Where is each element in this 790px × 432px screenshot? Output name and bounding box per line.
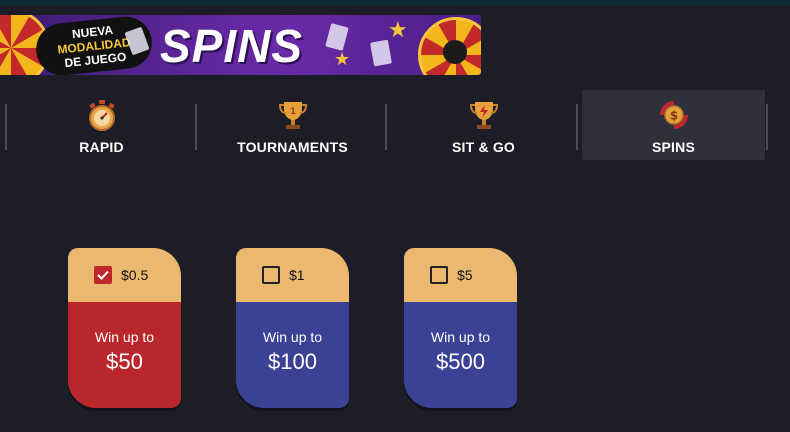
prize-amount: $500 — [436, 349, 485, 374]
win-label: Win up to — [262, 329, 323, 345]
tab-sit-and-go[interactable]: SIT & GO — [392, 90, 575, 160]
spin-card-body: Win up to $100 — [236, 302, 349, 408]
lightning-trophy-icon — [467, 98, 501, 132]
tab-spins[interactable]: $ SPINS — [582, 90, 765, 160]
buyin-amount: $0.5 — [121, 267, 149, 283]
spin-option-card[interactable]: $5 Win up to $500 — [404, 248, 517, 408]
spin-card-body: Win up to $50 — [68, 302, 181, 408]
spin-option-card[interactable]: $0.5 Win up to $50 — [68, 248, 181, 408]
tab-rapid[interactable]: RAPID — [10, 90, 193, 160]
prize-amount: $50 — [106, 349, 143, 374]
top-bar — [0, 0, 790, 6]
star-icon: ★ — [388, 17, 408, 42]
tab-label: SIT & GO — [451, 139, 516, 155]
spin-card-header: $5 — [404, 248, 517, 302]
stopwatch-icon — [85, 98, 119, 132]
win-label: Win up to — [430, 329, 491, 345]
buyin-amount: $5 — [457, 267, 473, 283]
trophy-icon: 1 — [276, 98, 310, 132]
tab-tournaments[interactable]: 1 TOURNAMENTS — [201, 90, 384, 160]
svg-text:1: 1 — [289, 107, 295, 117]
check-icon — [97, 270, 109, 280]
tab-divider — [576, 104, 578, 150]
spin-card-header: $0.5 — [68, 248, 181, 302]
roulette-wheel-icon — [418, 17, 481, 75]
checkbox-checked[interactable] — [94, 266, 112, 284]
playing-card-icon — [370, 39, 392, 67]
tab-label: SPINS — [651, 139, 695, 155]
spin-card-body: Win up to $500 — [404, 302, 517, 408]
checkbox-unchecked[interactable] — [262, 266, 280, 284]
checkbox-unchecked[interactable] — [430, 266, 448, 284]
buyin-amount: $1 — [289, 267, 305, 283]
banner-title: SPINS — [160, 20, 304, 72]
star-icon: ★ — [334, 49, 351, 69]
tab-divider — [195, 104, 197, 150]
svg-text:$: $ — [669, 109, 677, 123]
win-label: Win up to — [94, 329, 155, 345]
tab-label: TOURNAMENTS — [237, 139, 348, 155]
tab-divider — [385, 104, 387, 150]
spin-coin-icon: $ — [657, 98, 691, 132]
spins-promo-banner[interactable]: NUEVA MODALIDAD DE JUEGO SPINS ★ ★ — [0, 15, 481, 75]
tab-divider — [5, 104, 7, 150]
prize-amount: $100 — [268, 349, 317, 374]
game-type-tabs: RAPID 1 TOURNAMENTS SIT & GO $ SPINS — [0, 90, 790, 160]
playing-card-icon — [325, 23, 349, 51]
spin-card-header: $1 — [236, 248, 349, 302]
tab-divider — [766, 104, 768, 150]
tab-label: RAPID — [79, 139, 124, 155]
spin-option-card[interactable]: $1 Win up to $100 — [236, 248, 349, 408]
